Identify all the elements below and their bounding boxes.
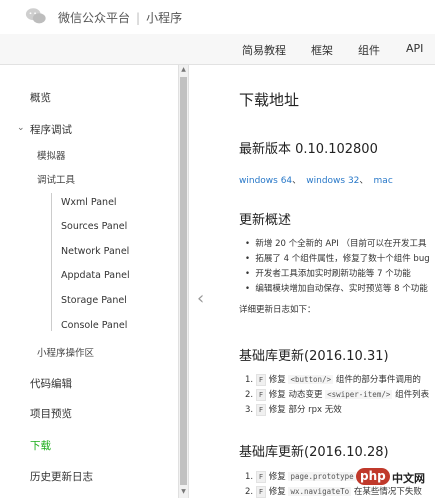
fix-tag: F — [255, 404, 267, 416]
top-header: 微信公众平台 | 小程序 — [0, 0, 435, 35]
download-windows32-link[interactable]: windows 32 — [306, 176, 359, 186]
php-watermark-badge: php — [356, 468, 390, 485]
sidebar-item-project-preview[interactable]: 项目预览 — [30, 406, 72, 421]
details-text: 详细更新日志如下： — [239, 305, 316, 315]
sidebar-item-debug[interactable]: 程序调试 — [30, 122, 72, 137]
sidebar-item-console-panel[interactable]: Console Panel — [61, 320, 127, 331]
php-watermark-text: 中文网 — [392, 472, 425, 485]
sidebar-item-operation-area[interactable]: 小程序操作区 — [37, 345, 94, 359]
lib-update-heading-2: 基础库更新(2016.10.28) — [239, 445, 389, 460]
fix-tag: F — [255, 389, 267, 401]
sidebar-item-simulator[interactable]: 模拟器 — [37, 148, 66, 162]
wechat-logo-icon — [25, 8, 46, 24]
nav-components[interactable]: 组件 — [358, 42, 380, 58]
nav-tutorial[interactable]: 简易教程 — [242, 42, 286, 58]
sidebar-item-debug-tools[interactable]: 调试工具 — [37, 172, 75, 186]
nav-framework[interactable]: 框架 — [311, 42, 333, 58]
product-name[interactable]: 小程序 — [146, 11, 182, 25]
lib2-item: 1. F 修复 page.prototype — [245, 471, 356, 483]
chevron-down-icon[interactable]: ⌄ — [17, 123, 25, 133]
page-title: 下载地址 — [239, 91, 300, 109]
lib2-item: 2. F 修复 wx.navigateTo 在某些情况下失败 — [245, 486, 422, 498]
fix-tag: F — [255, 374, 267, 386]
lib-update-heading-1: 基础库更新(2016.10.31) — [239, 349, 389, 364]
overview-item: • 编辑模块增加自动保存、实时预览等 8 个功能 — [245, 284, 428, 294]
sidebar-item-sources-panel[interactable]: Sources Panel — [61, 221, 127, 232]
sidebar-item-appdata-panel[interactable]: Appdata Panel — [61, 270, 130, 281]
top-nav: 简易教程 框架 组件 API — [0, 34, 435, 65]
scroll-down-arrow-icon[interactable]: ▼ — [179, 487, 188, 497]
sidebar-item-network-panel[interactable]: Network Panel — [61, 246, 129, 257]
overview-heading: 更新概述 — [239, 213, 292, 228]
fix-tag: F — [255, 486, 267, 498]
link-separator: 、 — [359, 176, 369, 186]
latest-version-heading: 最新版本 0.10.102800 — [239, 142, 378, 157]
sidebar-item-storage-panel[interactable]: Storage Panel — [61, 295, 127, 306]
tree-line — [51, 193, 52, 331]
lib1-item: 3. F 修复 部分 rpx 无效 — [245, 404, 342, 416]
main-content: 下载地址 最新版本 0.10.102800 windows 64、 window… — [188, 65, 435, 498]
brand[interactable]: 微信公众平台 | 小程序 — [58, 9, 182, 26]
link-separator: 、 — [292, 176, 302, 186]
sidebar-item-code-editing[interactable]: 代码编辑 — [30, 376, 72, 391]
overview-item: • 拓展了 4 个组件属性，修复了数十个组件 bug — [245, 254, 430, 264]
scroll-thumb[interactable] — [180, 77, 187, 485]
nav-api[interactable]: API — [406, 42, 423, 55]
sidebar-item-history[interactable]: 历史更新日志 — [30, 469, 93, 484]
sidebar-item-wxml-panel[interactable]: Wxml Panel — [61, 197, 117, 208]
fix-tag: F — [255, 471, 267, 483]
sidebar-item-download[interactable]: 下载 — [30, 438, 51, 453]
lib1-item: 2. F 修复 动态变更 <swiper-item/> 组件列表 — [245, 389, 430, 401]
brand-separator: | — [136, 11, 141, 25]
download-windows64-link[interactable]: windows 64 — [239, 176, 292, 186]
download-links: windows 64、 windows 32、 mac — [239, 168, 393, 187]
lib1-item: 1. F 修复 <button/> 组件的部分事件调用的 — [245, 374, 421, 386]
overview-item: • 新增 20 个全新的 API （目前可以在开发工具 — [245, 239, 427, 249]
brand-name[interactable]: 微信公众平台 — [58, 11, 130, 25]
overview-item: • 开发者工具添加实时刷新功能等 7 个功能 — [245, 269, 411, 279]
sidebar-item-overview[interactable]: 概览 — [30, 90, 51, 105]
scroll-up-arrow-icon[interactable]: ▲ — [179, 65, 188, 75]
download-mac-link[interactable]: mac — [374, 176, 393, 186]
